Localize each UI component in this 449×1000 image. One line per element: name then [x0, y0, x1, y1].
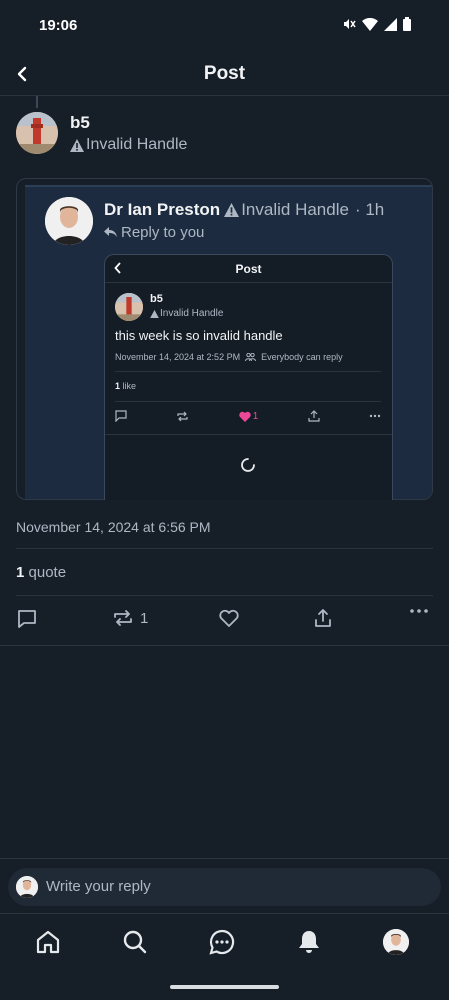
header: Post [0, 52, 449, 96]
divider [16, 595, 433, 596]
battery-icon [403, 17, 411, 31]
quote-count[interactable]: 1 quote [16, 564, 66, 581]
status-icons [342, 17, 411, 31]
embed-avatar [115, 293, 143, 321]
wifi-icon [362, 17, 378, 31]
warning-icon [150, 309, 159, 318]
reply-input[interactable]: Write your reply [8, 868, 441, 906]
embed-post-date: November 14, 2024 at 2:52 PM Everybody c… [115, 352, 343, 362]
warning-icon [224, 203, 240, 217]
author-handle-text: Invalid Handle [86, 136, 188, 153]
people-icon [245, 353, 257, 361]
home-icon [36, 930, 60, 954]
reply-arrow-icon [104, 227, 117, 237]
post-actions: 1 [16, 608, 433, 632]
embed-title: Post [235, 262, 262, 276]
quoted-author-avatar[interactable] [45, 197, 93, 245]
repost-icon [177, 411, 188, 421]
heart-icon [219, 609, 239, 627]
embed-audience: Everybody can reply [261, 352, 343, 362]
avatar-image [45, 197, 93, 245]
divider [115, 401, 381, 402]
more-button[interactable] [409, 608, 429, 614]
embed-header: Post [105, 255, 392, 283]
bell-icon [299, 931, 319, 953]
embed-likes: 1 like [115, 381, 136, 391]
embed-likes-label: like [122, 381, 137, 391]
chat-icon [209, 929, 235, 955]
reply-to-indicator: Reply to you [104, 224, 204, 241]
avatar [16, 876, 38, 898]
avatar-image [16, 876, 38, 898]
share-button[interactable] [313, 608, 333, 628]
embed-author-name: b5 [150, 293, 163, 305]
quote-count-label: quote [28, 564, 67, 581]
embed-author-handle: Invalid Handle [150, 308, 223, 319]
nav-chat[interactable] [208, 928, 236, 956]
avatar-image [383, 929, 409, 955]
bottom-nav [0, 913, 449, 973]
embedded-image[interactable]: Post b5 Invalid Handle this week is so i… [104, 254, 393, 500]
reply-button[interactable] [16, 608, 38, 630]
quoted-author-name[interactable]: Dr Ian Preston [104, 200, 220, 220]
quoted-author-handle: Invalid Handle [241, 200, 349, 219]
thread-line [36, 96, 38, 108]
embed-actions: 1 [115, 410, 381, 422]
share-icon [315, 609, 331, 627]
warning-icon [70, 138, 84, 152]
embed-heart-count: 1 [252, 410, 259, 422]
divider [0, 858, 449, 859]
more-icon [369, 414, 381, 418]
embed-likes-count: 1 [115, 381, 121, 391]
divider [16, 548, 433, 549]
repost-button[interactable]: 1 [112, 608, 148, 628]
search-icon [123, 930, 147, 954]
nav-notifications[interactable] [295, 928, 323, 956]
quoted-time-ago: · 1h [354, 200, 385, 219]
embed-author-handle-text: Invalid Handle [160, 308, 224, 319]
quoted-author-meta: Invalid Handle · 1h [224, 200, 384, 220]
status-time: 19:06 [39, 17, 78, 34]
nav-home[interactable] [34, 928, 62, 956]
author-name[interactable]: b5 [70, 113, 90, 133]
post-date: November 14, 2024 at 6:56 PM [16, 519, 211, 535]
share-icon [308, 410, 320, 422]
like-button[interactable] [218, 608, 240, 628]
mute-icon [344, 19, 356, 29]
comment-icon [115, 410, 127, 422]
gesture-bar[interactable] [170, 985, 279, 989]
quoted-author-line[interactable]: Dr Ian Preston Invalid Handle · 1h [104, 200, 384, 220]
divider [105, 434, 392, 435]
heart-filled-icon [239, 411, 251, 422]
more-icon [410, 609, 428, 613]
reply-placeholder: Write your reply [46, 878, 151, 895]
avatar [383, 929, 409, 955]
divider [115, 371, 381, 372]
status-bar: 19:06 [0, 0, 449, 52]
comment-icon [18, 610, 36, 628]
embed-post-body: this week is so invalid handle [115, 328, 283, 343]
avatar-image [16, 112, 58, 154]
nav-search[interactable] [121, 928, 149, 956]
quote-count-number: 1 [16, 564, 25, 581]
signal-icon [384, 17, 397, 31]
repost-count: 1 [140, 609, 149, 627]
page-title: Post [203, 63, 246, 84]
embed-like: 1 [239, 410, 259, 422]
author-handle[interactable]: Invalid Handle [70, 136, 187, 154]
avatar[interactable] [16, 112, 58, 154]
nav-profile[interactable] [382, 928, 410, 956]
embed-date-text: November 14, 2024 at 2:52 PM [115, 352, 241, 362]
repost-icon [114, 610, 132, 626]
reply-to-label: Reply to you [121, 224, 205, 241]
loading-spinner-icon [241, 458, 255, 472]
divider [0, 645, 449, 646]
avatar-image [115, 293, 143, 321]
